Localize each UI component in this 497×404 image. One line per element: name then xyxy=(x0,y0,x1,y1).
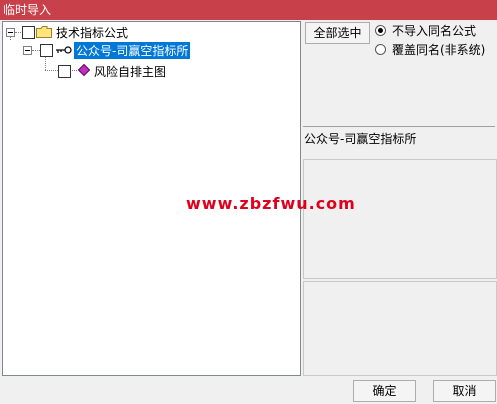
radio-skip-duplicates[interactable] xyxy=(375,25,386,36)
tree-label-group[interactable]: 公众号-司赢空指标所 xyxy=(74,42,191,59)
ok-button[interactable]: 确定 xyxy=(353,380,416,402)
tree-connector xyxy=(10,36,11,40)
title-bar: 临时导入 xyxy=(0,0,497,20)
tree-connector xyxy=(45,57,46,70)
radio-skip-duplicates-label[interactable]: 不导入同名公式 xyxy=(392,24,476,38)
cancel-button[interactable]: 取消 xyxy=(433,380,496,402)
checkbox-root[interactable] xyxy=(22,26,35,39)
detail-header: 公众号-司赢空指标所 xyxy=(303,126,495,157)
tree-connector xyxy=(72,70,77,71)
tree-label-root[interactable]: 技术指标公式 xyxy=(56,24,128,41)
watermark-text: www.zbzfwu.com xyxy=(186,194,356,213)
checkbox-group[interactable] xyxy=(40,44,53,57)
parameter-panel xyxy=(303,281,497,376)
formula-icon xyxy=(78,64,90,76)
collapse-toggle-group[interactable] xyxy=(23,46,32,55)
tree-connector xyxy=(45,70,58,71)
key-icon xyxy=(56,46,72,54)
radio-overwrite-duplicates[interactable] xyxy=(375,44,386,55)
folder-icon xyxy=(36,26,52,38)
detail-name: 公众号-司赢空指标所 xyxy=(304,132,417,146)
select-all-button[interactable]: 全部选中 xyxy=(305,22,370,44)
tree-label-item[interactable]: 风险自排主图 xyxy=(94,63,166,80)
tree-connector xyxy=(32,50,40,51)
radio-overwrite-duplicates-label[interactable]: 覆盖同名(非系统) xyxy=(392,43,485,57)
checkbox-item[interactable] xyxy=(58,65,71,78)
description-panel xyxy=(303,159,497,279)
window-title: 临时导入 xyxy=(3,3,52,17)
